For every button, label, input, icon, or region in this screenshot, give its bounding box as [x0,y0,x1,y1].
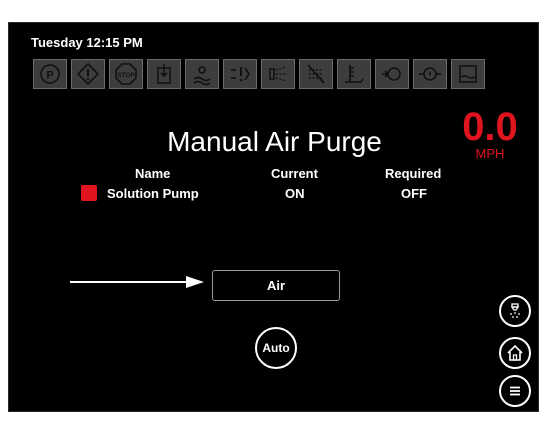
auto-button[interactable]: Auto [255,327,297,369]
warning-icon [71,59,105,89]
engine-oil-icon [413,59,447,89]
air-button[interactable]: Air [212,270,340,301]
spray-nozzle-icon [510,303,520,318]
status-indicator [81,185,97,201]
spray-off-icon [299,59,333,89]
home-button[interactable] [499,337,531,369]
spray-nozzle-button[interactable] [499,295,531,327]
tank-level-icon [147,59,181,89]
water-level-icon [185,59,219,89]
level-gauge-icon [337,59,371,89]
stop-icon: STOP [109,59,143,89]
parking-brake-icon: P [33,59,67,89]
spray-fault-icon [223,59,257,89]
speed-value: 0.0 [462,105,518,149]
menu-button[interactable] [499,375,531,407]
svg-text:P: P [46,70,53,82]
datetime: Tuesday 12:15 PM [31,35,143,50]
menu-icon [510,386,520,396]
column-header-current: Current [271,166,318,181]
tank-empty-icon [451,59,485,89]
row-required: OFF [401,186,427,201]
speed-readout: 0.0 MPH [455,107,525,160]
display-screen: Tuesday 12:15 PM P STOP Manual Air Purge… [8,22,539,412]
pump-icon [375,59,409,89]
spray-flow-icon [261,59,295,89]
row-current: ON [285,186,305,201]
column-header-required: Required [385,166,442,181]
svg-text:STOP: STOP [117,72,135,79]
home-icon [507,344,523,361]
row-name: Solution Pump [107,186,199,201]
pointer-arrow [70,276,204,288]
warning-icon-bar: P STOP [33,59,485,89]
column-header-name: Name [135,166,171,181]
